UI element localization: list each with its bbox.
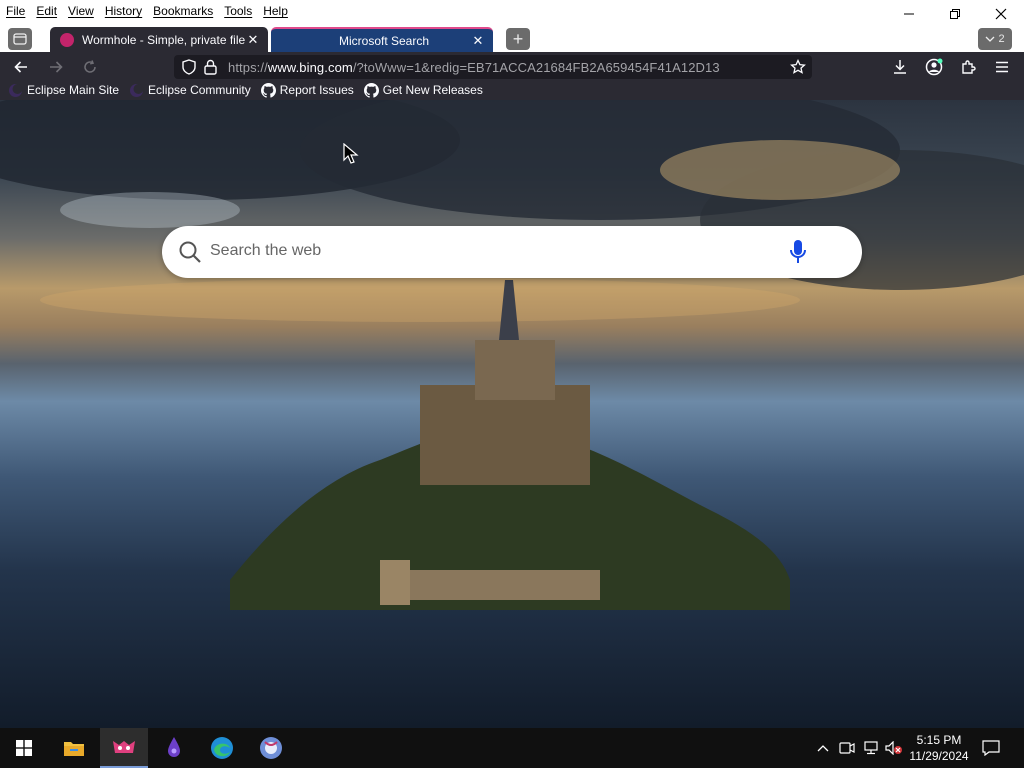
menu-history[interactable]: History (99, 4, 147, 18)
back-arrow-icon (14, 61, 27, 73)
url-host: www.bing.com (267, 60, 353, 75)
eclipse-app-icon (168, 737, 180, 757)
chevron-down-icon (985, 36, 995, 42)
download-icon (894, 60, 906, 74)
other-browser-icon (260, 737, 282, 759)
tray-volume[interactable] (884, 738, 904, 758)
taskbar-edge[interactable] (198, 728, 246, 768)
reload-icon (84, 60, 96, 73)
tray-overflow-button[interactable] (813, 738, 833, 758)
start-button[interactable] (0, 728, 48, 768)
bookmarks-toolbar: Eclipse Main Site Eclipse Community Repo… (0, 80, 1024, 100)
menu-edit[interactable]: Edit (30, 4, 62, 18)
taskbar-other-browser[interactable] (247, 728, 295, 768)
restore-icon (950, 9, 960, 19)
tracking-shield-icon (182, 59, 196, 75)
tab-close-button[interactable]: ✕ (246, 32, 260, 47)
tab-title: Microsoft Search (338, 33, 430, 48)
menu-bar: File Edit View History Bookmarks Tools H… (0, 0, 1024, 22)
bookmark-label: Report Issues (279, 83, 354, 97)
close-icon (995, 8, 1007, 20)
bookmark-eclipse-community[interactable]: Eclipse Community (129, 83, 251, 98)
taskbar: 5:15 PM 11/29/2024 (0, 728, 1024, 768)
windows-logo-icon (16, 740, 32, 756)
extensions-button[interactable] (956, 55, 980, 79)
search-input[interactable]: Search the web (210, 242, 321, 260)
menu-tools[interactable]: Tools (218, 4, 257, 18)
reload-button[interactable] (78, 55, 102, 79)
lock-icon (204, 59, 217, 75)
bookmark-eclipse-main-site[interactable]: Eclipse Main Site (8, 83, 119, 98)
menu-file[interactable]: File (0, 4, 30, 18)
github-icon (260, 82, 276, 98)
microphone-icon[interactable] (788, 239, 808, 265)
bookmark-get-new-releases[interactable]: Get New Releases (363, 82, 483, 98)
url-path: /?toWww=1&redig=EB71ACCA21684FB2A659454F… (352, 60, 720, 75)
edge-icon (211, 737, 233, 759)
github-icon (363, 82, 379, 98)
eclipse-icon (130, 83, 144, 97)
tab-microsoft-search[interactable]: Microsoft Search ✕ (271, 27, 493, 52)
notification-icon (982, 740, 1000, 756)
taskbar-eclipse[interactable] (150, 728, 198, 768)
menu-help[interactable]: Help (257, 4, 293, 18)
firefox-view-button[interactable] (8, 28, 32, 50)
back-button[interactable] (9, 55, 33, 79)
downloads-button[interactable] (888, 55, 912, 79)
clock-time: 5:15 PM (916, 733, 962, 747)
search-icon (179, 241, 201, 263)
puzzle-icon (962, 60, 976, 74)
search-box[interactable]: Search the web (162, 226, 862, 278)
url-bar[interactable]: https://www.bing.com/?toWww=1&redig=EB71… (174, 55, 812, 79)
bookmark-report-issues[interactable]: Report Issues (260, 82, 354, 98)
account-icon (925, 58, 943, 76)
app-menu-button[interactable] (990, 55, 1014, 79)
notification-center-button[interactable] (981, 738, 1001, 758)
taskbar-file-explorer[interactable] (50, 728, 98, 768)
mont-saint-michel-image (230, 280, 790, 610)
tab-strip: Wormhole - Simple, private file ✕ Micros… (0, 22, 1024, 52)
minimize-icon (904, 13, 914, 15)
menu-view[interactable]: View (62, 4, 99, 18)
url-text: https://www.bing.com/?toWww=1&redig=EB71… (228, 60, 720, 75)
tab-close-button[interactable]: ✕ (471, 33, 485, 48)
bookmark-star-icon[interactable] (790, 59, 806, 75)
network-icon (864, 741, 878, 755)
menu-bookmarks[interactable]: Bookmarks (147, 4, 218, 18)
url-scheme: https:// (228, 60, 268, 75)
tab-count: 2 (998, 33, 1005, 45)
page-content: Search the web (0, 100, 1024, 728)
bookmark-label: Eclipse Community (148, 83, 251, 97)
hamburger-menu-icon (996, 61, 1008, 73)
forward-button[interactable] (44, 55, 68, 79)
bookmark-label: Get New Releases (382, 83, 483, 97)
camera-icon (839, 742, 855, 754)
clock-date: 11/29/2024 (909, 749, 969, 763)
wormhole-app-icon (113, 741, 135, 753)
tray-network[interactable] (861, 738, 881, 758)
tray-meet-now[interactable] (837, 738, 857, 758)
wormhole-icon (60, 32, 74, 47)
taskbar-clock[interactable]: 5:15 PM 11/29/2024 (906, 732, 972, 764)
volume-muted-icon (885, 741, 902, 755)
tab-wormhole[interactable]: Wormhole - Simple, private file ✕ (50, 27, 268, 52)
mouse-cursor-icon (343, 143, 359, 164)
tab-title: Wormhole - Simple, private file (82, 32, 246, 47)
forward-arrow-icon (50, 61, 63, 73)
new-tab-button[interactable]: + (506, 28, 530, 50)
navigation-toolbar: https://www.bing.com/?toWww=1&redig=EB71… (0, 52, 1024, 80)
list-all-tabs-button[interactable]: 2 (978, 28, 1012, 50)
account-button[interactable] (922, 55, 946, 79)
eclipse-icon (9, 83, 23, 97)
bookmark-label: Eclipse Main Site (27, 83, 120, 97)
file-explorer-icon (64, 742, 84, 756)
chevron-up-icon (817, 745, 829, 752)
taskbar-wormhole-browser[interactable] (100, 728, 148, 768)
firefox-view-icon (13, 33, 27, 45)
